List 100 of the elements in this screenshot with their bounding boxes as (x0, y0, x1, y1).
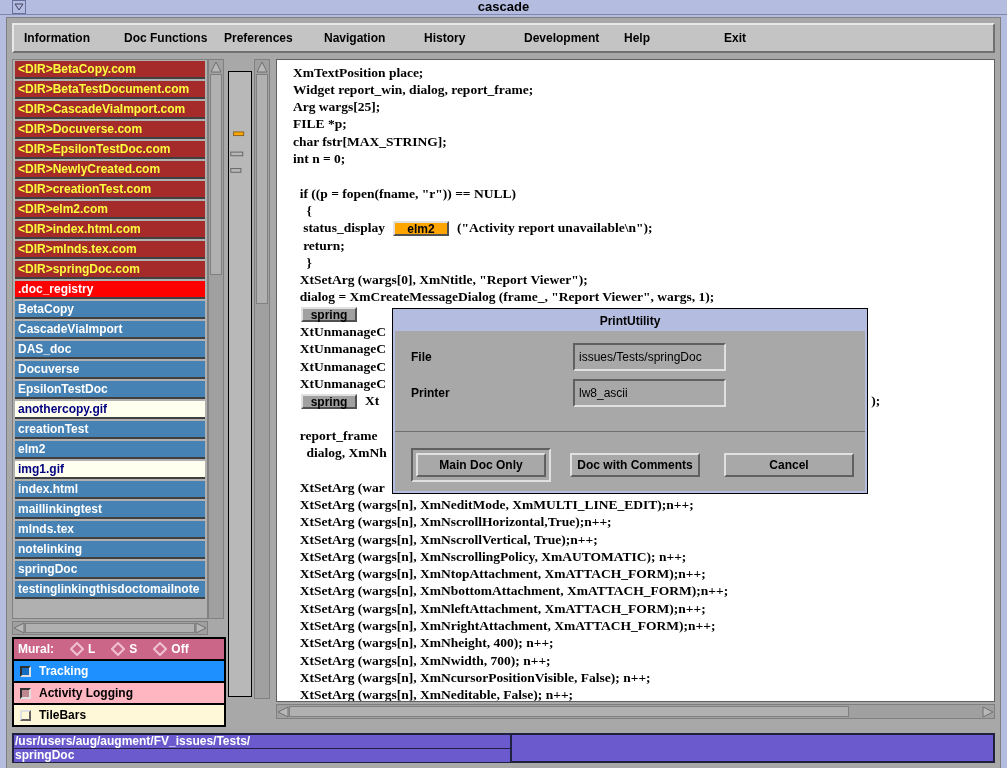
code-text: dialog, XmNh (305, 444, 387, 463)
file-list-item[interactable]: mlnds.tex (15, 521, 205, 539)
file-list-item[interactable]: <DIR>index.html.com (15, 221, 205, 239)
file-list-item[interactable]: img1.gif (15, 461, 205, 479)
code-text: FILE *p; (293, 115, 347, 134)
code-text: XtSetArg (wargs[n], XmNheight, 400); n++; (298, 634, 554, 653)
code-text: } (305, 253, 312, 272)
checkbox[interactable] (20, 687, 31, 699)
file-list-item[interactable]: <DIR>NewlyCreated.com (15, 161, 205, 179)
code-text: XtUnmanageC (298, 340, 386, 359)
dialog-button[interactable]: Main Doc Only (411, 448, 551, 482)
file-list-item[interactable]: .doc_registry (15, 281, 205, 299)
code-text: XtSetArg (wargs[n], XmNscrollHorizontal,True);n++; (298, 513, 612, 532)
code-text: XtSetArg (war (298, 478, 385, 497)
scroll-up-arrow-icon[interactable] (255, 60, 269, 74)
file-list-item[interactable]: <DIR>springDoc.com (15, 261, 205, 279)
code-text: XtSetArg (wargs[n], XmNbottomAttachment, XmATTACH_FORM);n++; (298, 582, 729, 601)
dialog-title: PrintUtility (599, 313, 661, 330)
code-text: XtSetArg (wargs[n], XmNrightAttachment, XmATTACH_FORM);n++; (298, 617, 716, 636)
code-text: XmTextPosition place; (293, 63, 424, 82)
menu-item[interactable]: Information (24, 29, 124, 47)
window-title: cascade (477, 0, 530, 17)
triangle-down-icon (14, 3, 24, 11)
path-text: springDoc (14, 749, 510, 762)
code-text: XtSetArg (wargs[n], XmNscrollVertical, True);n++; (298, 530, 598, 549)
code-text: ("Activity report unavailable\n"); (456, 219, 653, 238)
scroll-up-arrow-icon[interactable] (209, 60, 223, 74)
toggle-row[interactable]: TileBars (14, 705, 224, 725)
code-text: status_display (302, 219, 385, 238)
code-text: int n = 0; (293, 150, 346, 168)
menu-item[interactable]: Development (524, 29, 624, 47)
menu-item[interactable]: Navigation (324, 29, 424, 47)
file-list-item[interactable]: <DIR>mlnds.tex.com (15, 241, 205, 259)
menu-item[interactable]: Doc Functions (124, 29, 224, 47)
file-list-item[interactable]: Docuverse (15, 361, 205, 379)
file-list-item[interactable]: CascadeViaImport (15, 321, 205, 339)
code-text: Arg wargs[25]; (293, 98, 381, 117)
code-text: XtSetArg (wargs[n], XmNwidth, 700); n++; (298, 651, 551, 670)
code-text: Widget report_win, dialog, report_frame; (293, 80, 534, 99)
link-button[interactable]: spring (301, 307, 357, 323)
file-list-item[interactable]: <DIR>creationTest.com (15, 181, 205, 199)
field-label: Printer (411, 385, 451, 402)
field-label: File (411, 349, 433, 366)
checkbox[interactable] (20, 665, 31, 677)
file-list-item[interactable]: <DIR>BetaTestDocument.com (15, 81, 205, 99)
toggle-label: TileBars (39, 707, 87, 724)
radio-option[interactable]: S (111, 640, 138, 658)
code-text: XtSetArg (wargs[n], XmNtopAttachment, XmATTACH_FORM);n++; (298, 565, 706, 584)
horizontal-scrollbar[interactable] (12, 621, 208, 635)
toggle-row[interactable]: Activity Logging (14, 683, 224, 703)
code-text: XtSetArg (wargs[n], XmNscrollingPolicy, XmAUTOMATIC); n++; (298, 547, 687, 566)
code-text: XtSetArg (wargs[n], XmNcursorPositionVisible, False); n++; (298, 668, 651, 687)
code-text: dialog = XmCreateMessageDialog (frame_, "Report Viewer", wargs, 1); (298, 288, 715, 307)
vertical-scrollbar[interactable] (254, 59, 270, 699)
code-text: XtUnmanageC (298, 374, 386, 393)
file-list-item[interactable]: springDoc (15, 561, 205, 579)
scroll-right-arrow-icon[interactable] (195, 622, 207, 634)
file-list-item[interactable]: BetaCopy (15, 301, 205, 319)
file-list-item[interactable]: <DIR>elm2.com (15, 201, 205, 219)
file-list-item[interactable]: EpsilonTestDoc (15, 381, 205, 399)
file-list-item[interactable]: <DIR>EpsilonTestDoc.com (15, 141, 205, 159)
file-list-item[interactable]: index.html (15, 481, 205, 499)
code-text: XtSetArg (wargs[n], XmNeditMode, XmMULTI_LINE_EDIT);n++; (298, 495, 694, 514)
file-list-item[interactable]: elm2 (15, 441, 205, 459)
menu-item[interactable]: Preferences (224, 29, 324, 47)
text-input[interactable]: issues/Tests/springDoc (573, 343, 726, 371)
code-text: XtSetArg (wargs[0], XmNtitle, "Report Viewer"); (298, 271, 588, 290)
menu-item[interactable]: Help (624, 29, 724, 47)
code-text: { (305, 201, 312, 220)
link-button[interactable]: elm2 (392, 220, 449, 236)
mural-label: Mural: (18, 641, 54, 658)
code-text: XtUnmanageC (298, 323, 386, 341)
document-text-area[interactable] (276, 59, 995, 702)
code-text: XtUnmanageC (298, 357, 386, 376)
window-menu-button[interactable] (12, 0, 26, 14)
file-list-item[interactable]: <DIR>CascadeViaImport.com (15, 101, 205, 119)
link-button[interactable]: spring (301, 393, 357, 409)
file-list-item[interactable]: testinglinkingthisdoctomailnote (15, 581, 205, 599)
file-list-item[interactable]: maillinkingtest (15, 501, 205, 519)
code-text: if ((p = fopen(fname, "r")) == NULL) (298, 184, 516, 203)
code-text: char fstr[MAX_STRING]; (293, 132, 447, 151)
radio-option[interactable]: L (70, 640, 96, 658)
toggle-label: Activity Logging (39, 685, 133, 702)
file-list-item[interactable]: <DIR>BetaCopy.com (15, 61, 205, 79)
menu-item[interactable]: Exit (724, 29, 824, 47)
menu-item[interactable]: History (424, 29, 524, 47)
horizontal-scrollbar[interactable] (276, 704, 995, 719)
scroll-right-arrow-icon[interactable] (982, 705, 994, 718)
file-list-item[interactable]: creationTest (15, 421, 205, 439)
scroll-left-arrow-icon[interactable] (277, 705, 289, 718)
radio-option[interactable]: Off (153, 640, 189, 658)
vertical-scrollbar[interactable] (208, 59, 224, 619)
code-text: Xt (365, 392, 380, 411)
text-input[interactable]: lw8_ascii (573, 379, 726, 407)
file-list-item[interactable]: DAS_doc (15, 341, 205, 359)
file-list-item[interactable]: notelinking (15, 541, 205, 559)
file-list-item[interactable]: anothercopy.gif (15, 401, 205, 419)
code-text: XtSetArg (wargs[n], XmNleftAttachment, XmATTACH_FORM);n++; (298, 599, 706, 618)
file-list-item[interactable]: <DIR>Docuverse.com (15, 121, 205, 139)
scroll-left-arrow-icon[interactable] (13, 622, 25, 634)
